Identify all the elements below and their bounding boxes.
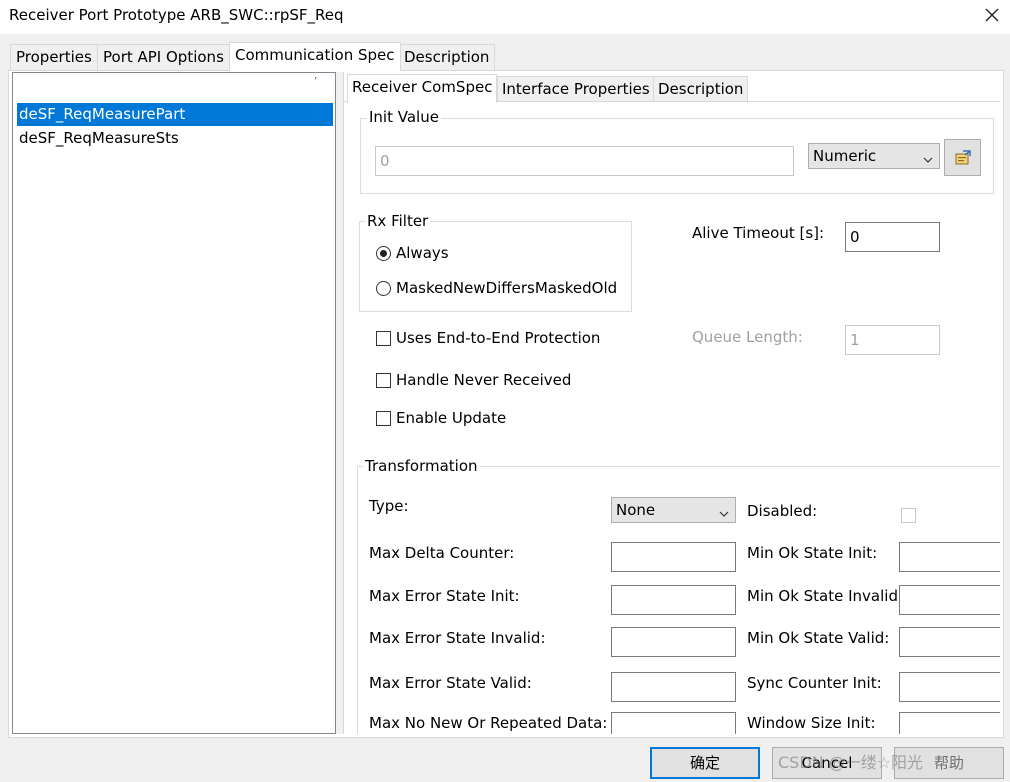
max-delta-counter-label: Max Delta Counter: <box>369 544 515 562</box>
tab-description[interactable]: Description <box>398 44 496 70</box>
window-title: Receiver Port Prototype ARB_SWC::rpSF_Re… <box>9 6 344 24</box>
radio-masked-new-differs-masked-old[interactable] <box>376 281 391 296</box>
tab-inner-description[interactable]: Description <box>653 76 749 102</box>
max-error-state-valid-label: Max Error State Valid: <box>369 674 532 692</box>
rx-filter-group <box>359 221 632 312</box>
max-no-new-or-repeated-data-input[interactable] <box>611 712 736 734</box>
min-ok-state-init-label: Min Ok State Init: <box>747 544 878 562</box>
tab-interface-properties[interactable]: Interface Properties <box>497 76 655 102</box>
queue-length-input[interactable]: 1 <box>845 325 940 355</box>
max-error-state-init-input[interactable] <box>611 585 736 615</box>
min-ok-state-invalid-input[interactable] <box>899 585 1000 615</box>
max-error-state-init-label: Max Error State Init: <box>369 587 520 605</box>
queue-length-label: Queue Length: <box>692 328 803 346</box>
radio-always[interactable] <box>376 246 391 261</box>
window-size-init-input[interactable] <box>899 712 1000 734</box>
max-error-state-invalid-label: Max Error State Invalid: <box>369 629 546 647</box>
list-item[interactable]: deSF_ReqMeasureSts <box>17 127 333 150</box>
init-value-type-select[interactable]: Numeric <box>808 143 940 169</box>
alive-timeout-input[interactable]: 0 <box>845 222 940 252</box>
transformation-type-select[interactable]: None <box>611 497 736 523</box>
checkbox-transformation-disabled[interactable] <box>901 508 916 523</box>
tab-receiver-comspec[interactable]: Receiver ComSpec <box>347 74 498 103</box>
tab-communication-spec[interactable]: Communication Spec <box>229 42 401 71</box>
watermark: CSDN @一缕☆阳光 <box>778 753 924 772</box>
max-error-state-valid-input[interactable] <box>611 672 736 702</box>
transformation-disabled-label: Disabled: <box>747 502 818 520</box>
enable-update-label: Enable Update <box>396 409 507 427</box>
radio-masked-label: MaskedNewDiffersMaskedOld <box>396 279 618 297</box>
transformation-label: Transformation <box>363 457 480 475</box>
max-error-state-invalid-input[interactable] <box>611 627 736 657</box>
ok-button[interactable]: 确定 <box>650 747 760 779</box>
title-bar: Receiver Port Prototype ARB_SWC::rpSF_Re… <box>0 0 1010 34</box>
list-item[interactable]: deSF_ReqMeasurePart <box>17 103 333 126</box>
uses-e2e-protection-label: Uses End-to-End Protection <box>396 329 601 347</box>
handle-never-received-label: Handle Never Received <box>396 371 572 389</box>
chevron-down-icon <box>923 150 933 163</box>
min-ok-state-valid-label: Min Ok State Valid: <box>747 629 890 647</box>
tab-properties[interactable]: Properties <box>10 44 98 70</box>
sort-mark: ’ <box>314 76 318 87</box>
transformation-type-label: Type: <box>369 497 409 515</box>
alive-timeout-label: Alive Timeout [s]: <box>692 224 825 242</box>
chevron-down-icon <box>719 504 729 517</box>
max-delta-counter-input[interactable] <box>611 542 736 572</box>
min-ok-state-init-input[interactable] <box>899 542 1000 572</box>
sync-counter-init-input[interactable] <box>899 672 1000 702</box>
tab-port-api-options[interactable]: Port API Options <box>97 44 230 70</box>
max-no-new-or-repeated-data-label: Max No New Or Repeated Data: <box>369 714 608 732</box>
init-value-input[interactable]: 0 <box>375 146 794 176</box>
splitter[interactable] <box>336 72 343 734</box>
edit-init-value-button[interactable] <box>944 139 981 176</box>
min-ok-state-invalid-label: Min Ok State Invalid: <box>747 587 904 605</box>
checkbox-enable-update[interactable] <box>376 411 391 426</box>
min-ok-state-valid-input[interactable] <box>899 627 1000 657</box>
edit-icon <box>954 149 972 171</box>
radio-always-label: Always <box>396 244 449 262</box>
init-value-label: Init Value <box>367 108 441 126</box>
checkbox-uses-e2e-protection[interactable] <box>376 331 391 346</box>
window-size-init-label: Window Size Init: <box>747 714 876 732</box>
rx-filter-label: Rx Filter <box>365 212 431 230</box>
close-icon[interactable] <box>983 6 1001 24</box>
sync-counter-init-label: Sync Counter Init: <box>747 674 882 692</box>
checkbox-handle-never-received[interactable] <box>376 373 391 388</box>
data-element-list[interactable] <box>12 72 336 734</box>
